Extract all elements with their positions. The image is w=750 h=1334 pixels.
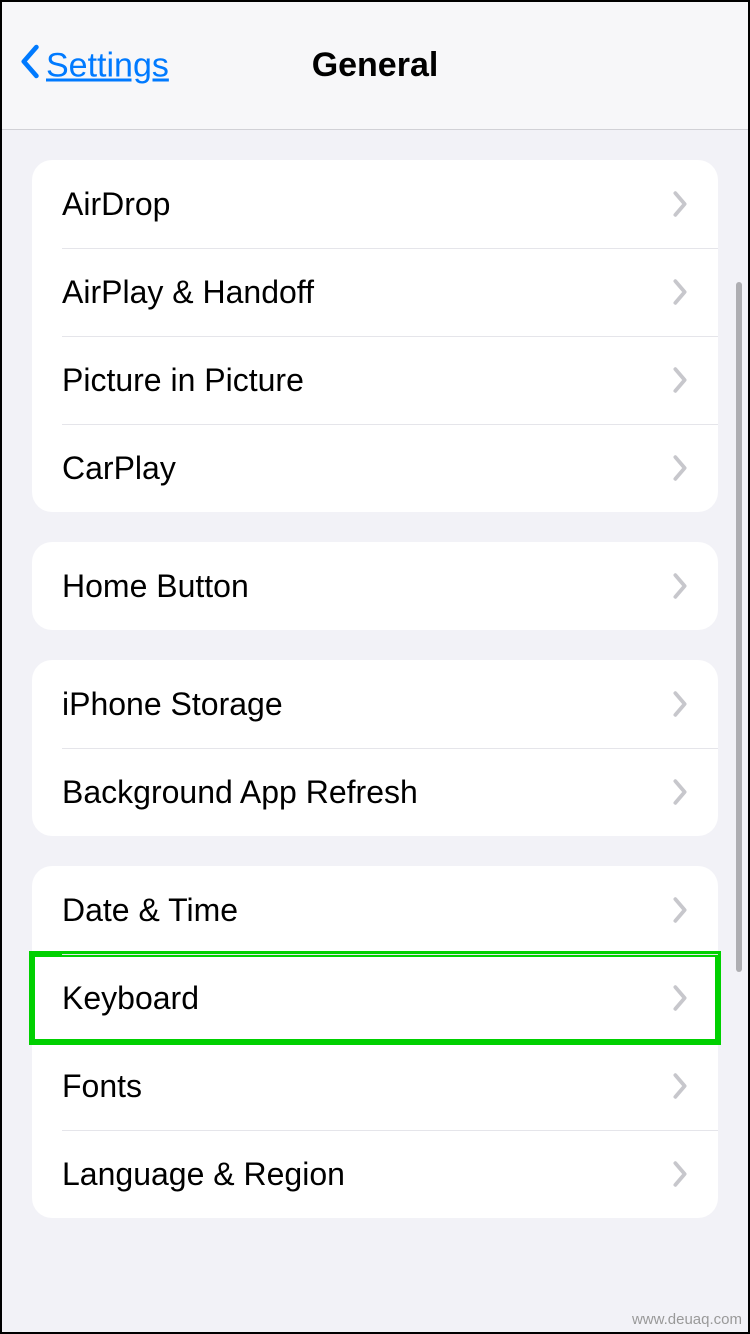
row-carplay[interactable]: CarPlay	[32, 424, 718, 512]
row-date-time[interactable]: Date & Time	[32, 866, 718, 954]
row-iphone-storage[interactable]: iPhone Storage	[32, 660, 718, 748]
row-background-app-refresh[interactable]: Background App Refresh	[32, 748, 718, 836]
row-picture-in-picture[interactable]: Picture in Picture	[32, 336, 718, 424]
chevron-right-icon	[672, 690, 688, 718]
chevron-right-icon	[672, 454, 688, 482]
row-label: Background App Refresh	[62, 774, 418, 811]
chevron-right-icon	[672, 984, 688, 1012]
chevron-right-icon	[672, 1072, 688, 1100]
row-label: Date & Time	[62, 892, 238, 929]
settings-group: AirDrop AirPlay & Handoff Picture in Pictu…	[32, 160, 718, 512]
row-label: CarPlay	[62, 450, 176, 487]
scroll-indicator[interactable]	[736, 282, 742, 972]
settings-group: Date & Time Keyboard Fonts Language & Regio…	[32, 866, 718, 1218]
settings-list[interactable]: AirDrop AirPlay & Handoff Picture in Pictu…	[2, 130, 748, 1332]
chevron-right-icon	[672, 896, 688, 924]
row-label: AirPlay & Handoff	[62, 274, 314, 311]
watermark-text: www.deuaq.com	[632, 1311, 742, 1328]
row-home-button[interactable]: Home Button	[32, 542, 718, 630]
settings-group: iPhone Storage Background App Refresh	[32, 660, 718, 836]
chevron-right-icon	[672, 1160, 688, 1188]
row-label: Fonts	[62, 1068, 142, 1105]
row-label: Keyboard	[62, 980, 199, 1017]
back-label: Settings	[46, 46, 169, 85]
back-button[interactable]: Settings	[20, 43, 169, 88]
row-airdrop[interactable]: AirDrop	[32, 160, 718, 248]
chevron-right-icon	[672, 572, 688, 600]
navbar: Settings General	[2, 2, 748, 130]
chevron-right-icon	[672, 278, 688, 306]
row-label: iPhone Storage	[62, 686, 283, 723]
chevron-right-icon	[672, 778, 688, 806]
chevron-right-icon	[672, 366, 688, 394]
row-keyboard[interactable]: Keyboard	[32, 954, 718, 1042]
row-label: AirDrop	[62, 186, 170, 223]
row-label: Language & Region	[62, 1156, 345, 1193]
row-label: Home Button	[62, 568, 249, 605]
row-label: Picture in Picture	[62, 362, 304, 399]
row-fonts[interactable]: Fonts	[32, 1042, 718, 1130]
settings-group: Home Button	[32, 542, 718, 630]
row-airplay-handoff[interactable]: AirPlay & Handoff	[32, 248, 718, 336]
row-language-region[interactable]: Language & Region	[32, 1130, 718, 1218]
chevron-left-icon	[20, 43, 42, 88]
chevron-right-icon	[672, 190, 688, 218]
